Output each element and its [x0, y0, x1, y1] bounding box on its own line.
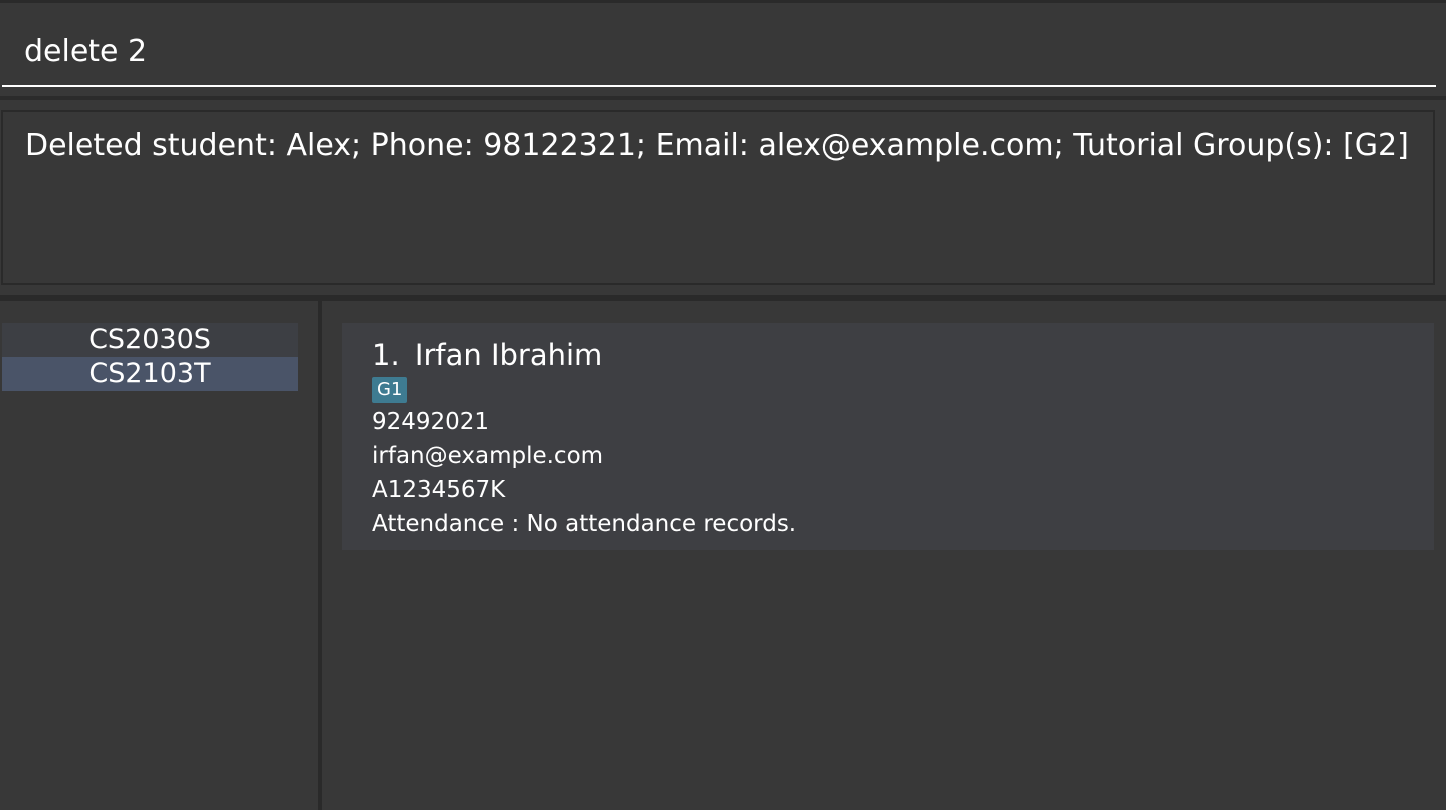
student-card[interactable]: 1. Irfan Ibrahim G1 92492021 irfan@examp…: [342, 323, 1434, 550]
module-item-cs2030s[interactable]: CS2030S: [2, 323, 298, 357]
tag-row: G1: [372, 373, 1434, 405]
student-email: irfan@example.com: [372, 443, 604, 469]
student-list: 1. Irfan Ibrahim G1 92492021 irfan@examp…: [322, 301, 1446, 810]
tutorial-group-tag: G1: [372, 377, 408, 403]
student-id: A1234567K: [372, 477, 506, 503]
student-name: Irfan Ibrahim: [414, 338, 603, 372]
result-display: Deleted student: Alex; Phone: 98122321; …: [1, 110, 1435, 285]
student-index: 1.: [372, 338, 400, 372]
command-box: [0, 0, 1446, 96]
module-item-cs2103t[interactable]: CS2103T: [2, 357, 298, 391]
app-window: Deleted student: Alex; Phone: 98122321; …: [0, 0, 1446, 810]
module-list: CS2030S CS2103T: [0, 301, 318, 810]
student-phone: 92492021: [372, 409, 490, 435]
command-input[interactable]: [2, 17, 1436, 87]
student-attendance: Attendance : No attendance records.: [372, 511, 797, 537]
divider: [0, 96, 1446, 100]
student-name-row: 1. Irfan Ibrahim: [372, 337, 1434, 373]
